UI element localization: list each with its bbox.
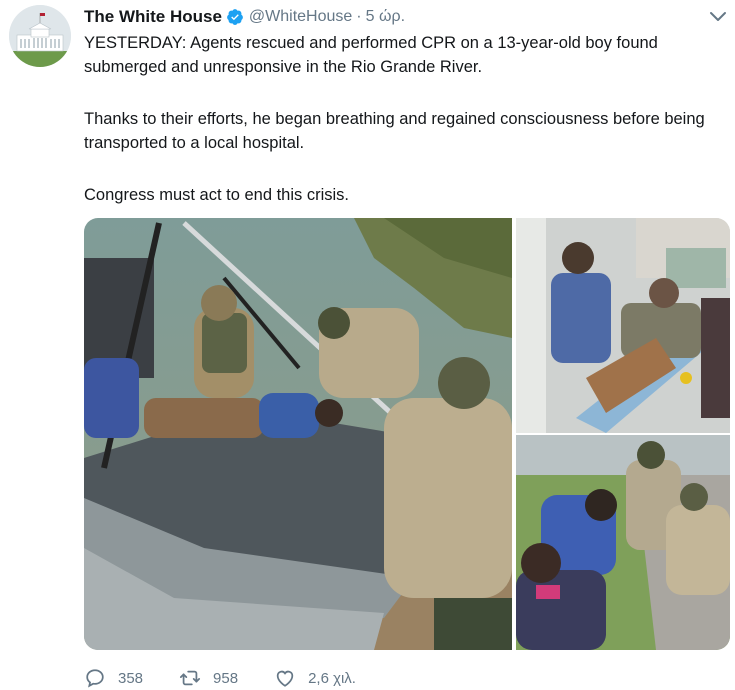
like-button[interactable]: 2,6 χιλ. [274, 667, 356, 689]
separator-dot: · [356, 8, 362, 25]
reply-button[interactable]: 358 [84, 667, 143, 689]
retweet-icon [179, 670, 201, 686]
tweet-header: The White House @WhiteHouse · 5 ώρ. [84, 6, 405, 28]
timestamp[interactable]: 5 ώρ. [366, 8, 405, 26]
reply-count: 358 [118, 669, 144, 687]
display-name[interactable]: The White House [84, 7, 222, 27]
photo-riverbank[interactable] [516, 435, 730, 650]
like-icon [276, 670, 294, 687]
photo-ambulance[interactable] [516, 218, 730, 433]
tweet-text-paragraph: Congress must act to end this crisis. [84, 186, 350, 204]
photo-boat-rescue[interactable] [84, 218, 512, 650]
white-house-logo [9, 5, 71, 67]
avatar[interactable] [9, 5, 71, 67]
chevron-down-icon[interactable] [708, 10, 728, 24]
media-grid [84, 218, 730, 650]
like-count: 2,6 χιλ. [308, 669, 356, 687]
retweet-count: 958 [213, 669, 239, 687]
verified-icon [227, 9, 243, 25]
tweet-actions: 358 958 2,6 χιλ. [84, 666, 392, 690]
user-handle[interactable]: @WhiteHouse [249, 8, 352, 26]
tweet: The White House @WhiteHouse · 5 ώρ. YEST… [0, 0, 735, 690]
tweet-text-paragraph: Thanks to their efforts, he began breath… [84, 110, 705, 152]
reply-icon [86, 669, 104, 688]
tweet-text-paragraph: YESTERDAY: Agents rescued and performed … [84, 34, 658, 76]
retweet-button[interactable]: 958 [179, 667, 238, 689]
